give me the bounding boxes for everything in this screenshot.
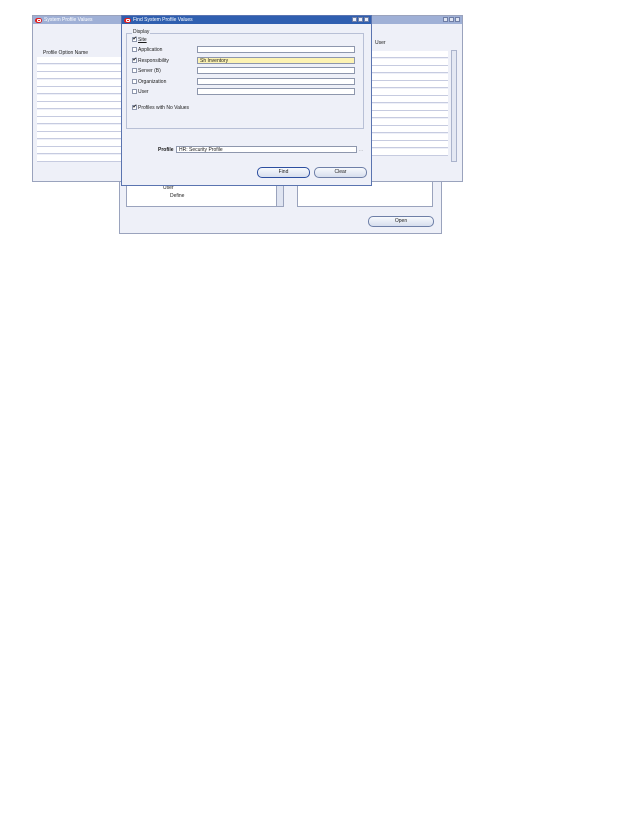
table-row[interactable] — [371, 66, 448, 73]
table-row[interactable] — [371, 96, 448, 103]
table-row[interactable] — [37, 132, 121, 139]
table-row[interactable] — [37, 102, 121, 109]
table-row[interactable] — [37, 72, 121, 79]
minimize-icon[interactable] — [352, 17, 357, 22]
table-row[interactable] — [371, 73, 448, 81]
table-row[interactable] — [37, 79, 121, 87]
table-row[interactable] — [371, 118, 448, 126]
table-row[interactable] — [37, 139, 121, 147]
clear-button[interactable]: Clear — [314, 167, 367, 178]
organization-label: Organization — [138, 79, 167, 85]
profile-label: Profile — [158, 147, 174, 153]
table-row[interactable] — [371, 148, 448, 156]
tree-item-define[interactable]: Define — [170, 193, 184, 199]
application-field[interactable] — [197, 46, 355, 53]
responsibility-checkbox[interactable] — [132, 57, 137, 63]
organization-checkbox[interactable] — [132, 79, 137, 84]
right-scrollbar[interactable] — [451, 50, 457, 162]
table-row[interactable] — [371, 81, 448, 88]
table-row[interactable] — [37, 147, 121, 154]
table-row[interactable] — [371, 133, 448, 141]
table-row[interactable] — [37, 124, 121, 132]
find-title-bar[interactable]: Find System Profile Values — [122, 16, 371, 24]
table-row[interactable] — [371, 58, 448, 66]
oracle-logo-icon — [124, 17, 131, 23]
find-system-profile-values-window: Find System Profile Values Display Site … — [121, 15, 372, 186]
user-label: User — [138, 89, 149, 95]
find-window-controls — [352, 17, 369, 22]
table-row[interactable] — [37, 117, 121, 124]
site-label: Site — [138, 37, 147, 43]
application-label: Application — [138, 47, 163, 53]
table-row[interactable] — [371, 103, 448, 111]
server-checkbox[interactable] — [132, 68, 137, 73]
server-label: Server (B) — [138, 68, 161, 74]
responsibility-label: Responsibility — [138, 58, 169, 64]
list-of-values-icon[interactable]: … — [358, 146, 364, 153]
profiles-with-no-values-checkbox[interactable] — [132, 104, 137, 110]
find-button[interactable]: Find — [257, 167, 310, 178]
open-button[interactable]: Open — [368, 216, 434, 227]
table-row[interactable] — [371, 141, 448, 148]
table-row[interactable] — [37, 154, 121, 162]
user-checkbox[interactable] — [132, 89, 137, 94]
table-row[interactable] — [371, 111, 448, 118]
table-row[interactable] — [37, 57, 121, 64]
table-row[interactable] — [371, 126, 448, 133]
responsibility-field[interactable]: Sh Inventory — [197, 57, 355, 64]
table-row[interactable] — [371, 51, 448, 58]
table-row[interactable] — [37, 94, 121, 102]
column-header-profile-option-name: Profile Option Name — [43, 50, 89, 56]
user-field[interactable] — [197, 88, 355, 95]
close-icon[interactable] — [364, 17, 369, 22]
profiles-with-no-values-label: Profiles with No Values — [138, 105, 190, 111]
maximize-icon[interactable] — [358, 17, 363, 22]
maximize-icon[interactable] — [449, 17, 454, 22]
table-row[interactable] — [37, 109, 121, 117]
organization-field[interactable] — [197, 78, 355, 85]
application-checkbox[interactable] — [132, 47, 137, 52]
server-field[interactable] — [197, 67, 355, 74]
find-window-title: Find System Profile Values — [133, 17, 193, 23]
window-controls — [443, 17, 460, 22]
column-header-user: User — [375, 40, 386, 46]
table-row[interactable] — [37, 87, 121, 94]
close-icon[interactable] — [455, 17, 460, 22]
display-group-label: Display — [132, 29, 151, 35]
minimize-icon[interactable] — [443, 17, 448, 22]
profile-field[interactable]: HR: Security Profile — [176, 146, 357, 153]
oracle-logo-icon — [35, 17, 42, 23]
window-title: System Profile Values — [44, 17, 93, 23]
site-checkbox[interactable] — [132, 36, 137, 42]
table-row[interactable] — [371, 88, 448, 96]
table-row[interactable] — [37, 64, 121, 72]
